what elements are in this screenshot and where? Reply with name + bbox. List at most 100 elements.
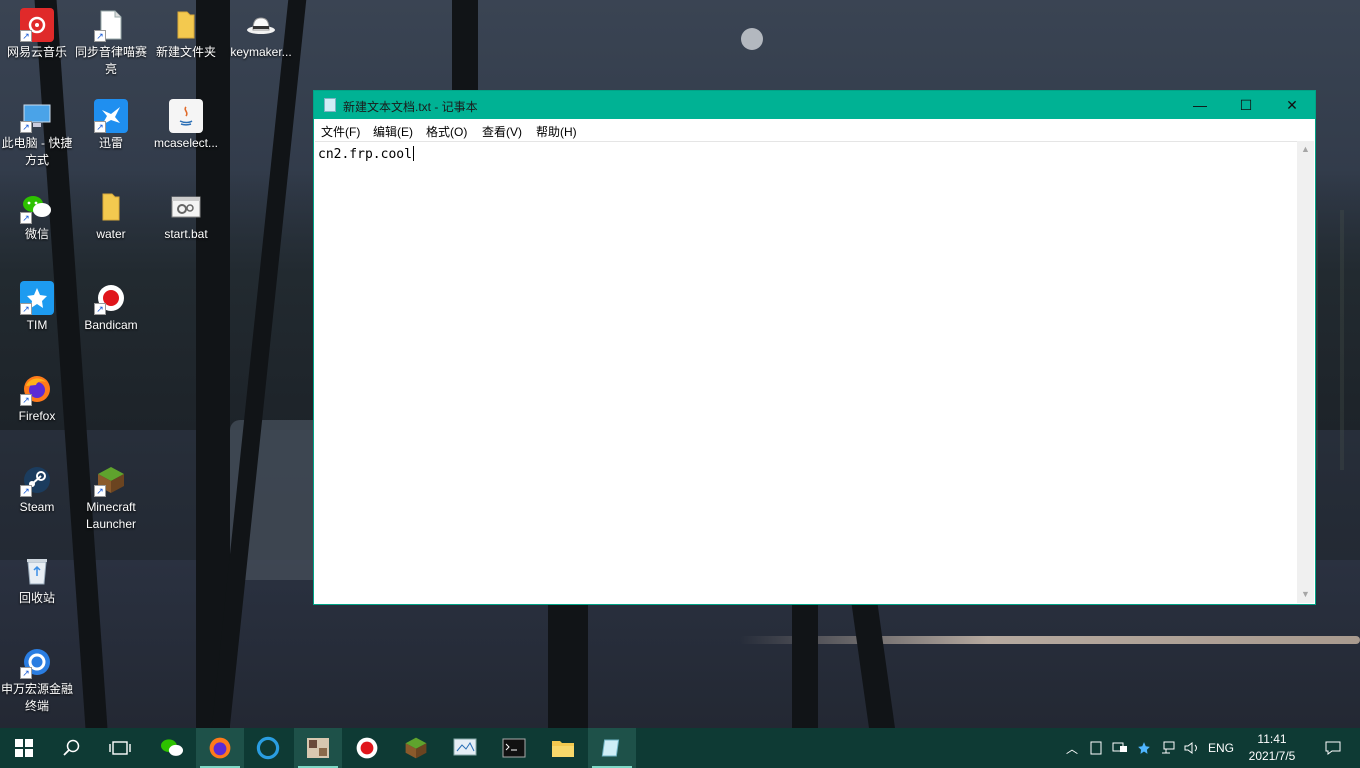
desktop-icon-label: start.bat <box>164 227 208 241</box>
desktop-icon-steam[interactable]: ↗ Steam <box>0 459 74 516</box>
system-clock[interactable]: 11:41 2021/7/5 <box>1240 731 1304 765</box>
tray-icon-network-drive[interactable] <box>1086 728 1106 768</box>
minecraft-icon <box>405 737 427 759</box>
desktop-icon-label: mcaselect... <box>153 136 219 150</box>
taskbar-app-terminal[interactable] <box>490 728 538 768</box>
menu-edit[interactable]: 编辑(E) <box>373 123 413 140</box>
desktop-icon-water[interactable]: water <box>74 186 148 243</box>
desktop-icon-label: 申万宏源金融终端 <box>0 682 73 713</box>
tray-overflow-button[interactable]: ︿ <box>1062 728 1082 768</box>
desktop-icon-wechat[interactable]: ↗ 微信 <box>0 186 74 243</box>
desktop-icon-firefox[interactable]: ↗ Firefox <box>0 368 74 425</box>
maximize-button[interactable]: ☐ <box>1223 91 1269 119</box>
taskbar-app-finance-terminal[interactable] <box>244 728 292 768</box>
record-icon: ↗ <box>94 281 128 315</box>
desktop-icon-label: 此电脑 - 快捷方式 <box>1 136 73 167</box>
desktop-icon-label: 新建文件夹 <box>155 45 216 59</box>
desktop-icon-label: 网易云音乐 <box>6 45 67 59</box>
desktop-icon-bandicam[interactable]: ↗ Bandicam <box>74 277 148 334</box>
desktop-icon-label: keymaker... <box>230 45 292 59</box>
close-button[interactable]: ✕ <box>1269 91 1315 119</box>
desktop-icon-recycle-bin[interactable]: 回收站 <box>0 550 74 607</box>
vertical-scrollbar[interactable]: ▲ ▼ <box>1297 141 1314 603</box>
menu-view[interactable]: 查看(V) <box>482 123 522 140</box>
search-button[interactable] <box>48 728 96 768</box>
task-view-button[interactable] <box>96 728 144 768</box>
tim-icon: ↗ <box>20 281 54 315</box>
desktop-icon-keymaker[interactable]: keymaker... <box>224 4 298 61</box>
notepad-icon <box>324 98 336 112</box>
taskbar-app-minecraft[interactable] <box>392 728 440 768</box>
recycle-bin-icon <box>20 554 54 588</box>
tim-icon <box>1138 742 1150 754</box>
desktop-icon-mcaselector[interactable]: mcaselect... <box>149 95 223 152</box>
taskbar-app-file-explorer[interactable] <box>539 728 587 768</box>
text-editor[interactable]: cn2.frp.cool <box>315 141 1297 603</box>
notepad-titlebar[interactable]: 新建文本文档.txt - 记事本 — ☐ ✕ <box>314 91 1315 119</box>
network-icon <box>1162 741 1175 754</box>
desktop-icon-label: Bandicam <box>84 318 138 332</box>
scroll-up-arrow-icon[interactable]: ▲ <box>1297 141 1314 158</box>
wechat-icon: ↗ <box>20 190 54 224</box>
desktop-icon-thunder[interactable]: ↗ 迅雷 <box>74 95 148 152</box>
menu-file[interactable]: 文件(F) <box>321 123 360 140</box>
minimize-icon: — <box>1193 97 1207 113</box>
desktop-icon-tim[interactable]: ↗ TIM <box>0 277 74 334</box>
steam-icon: ↗ <box>20 463 54 497</box>
folder-icon <box>169 8 203 42</box>
desktop-icon-sync-file[interactable]: ↗ 同步音律喵赛亮 <box>74 4 148 78</box>
text-caret <box>412 146 414 161</box>
desktop-icon-finance-terminal[interactable]: ↗ 申万宏源金融终端 <box>0 641 74 715</box>
close-icon: ✕ <box>1286 96 1298 113</box>
language-label: ENG <box>1207 741 1234 755</box>
hat-icon <box>244 8 278 42</box>
firefox-icon <box>209 737 231 759</box>
tray-icon-display[interactable] <box>1110 728 1130 768</box>
windows-logo-icon <box>15 739 33 757</box>
notification-icon <box>1325 741 1341 755</box>
input-language-indicator[interactable]: ENG <box>1204 728 1238 768</box>
action-center-button[interactable] <box>1318 728 1348 768</box>
control-panel-icon <box>453 738 477 756</box>
scroll-down-arrow-icon[interactable]: ▼ <box>1297 586 1314 603</box>
taskbar-app-notepad[interactable] <box>588 728 636 768</box>
chevron-up-icon: ︿ <box>1065 741 1078 756</box>
search-icon <box>63 739 80 756</box>
desktop-icon-label: TIM <box>26 318 48 332</box>
clock-time: 11:41 <box>1257 732 1287 746</box>
desktop-icon-label: Minecraft Launcher <box>85 500 137 531</box>
clock-date: 2021/7/5 <box>1248 749 1296 763</box>
thunder-icon: ↗ <box>94 99 128 133</box>
taskbar-app-bandicam[interactable] <box>343 728 391 768</box>
photos-icon <box>307 738 329 758</box>
notepad-window: 新建文本文档.txt - 记事本 — ☐ ✕ 文件(F) 编辑(E) 格式(O)… <box>313 90 1316 605</box>
tray-icon-network[interactable] <box>1158 728 1178 768</box>
terminal-icon <box>502 738 526 758</box>
computer-icon: ↗ <box>20 99 54 133</box>
start-button[interactable] <box>0 728 48 768</box>
wallpaper-figure-leg <box>792 600 818 728</box>
firefox-icon: ↗ <box>20 372 54 406</box>
desktop-icon-label: 微信 <box>24 227 49 241</box>
minimize-button[interactable]: — <box>1177 91 1223 119</box>
java-icon <box>169 99 203 133</box>
wechat-icon <box>161 739 183 756</box>
menu-format[interactable]: 格式(O) <box>426 123 467 140</box>
taskbar-app-control[interactable] <box>441 728 489 768</box>
desktop-icon-new-folder[interactable]: 新建文件夹 <box>149 4 223 61</box>
menu-help[interactable]: 帮助(H) <box>536 123 577 140</box>
desktop-icon-this-pc[interactable]: ↗ 此电脑 - 快捷方式 <box>0 95 74 169</box>
desktop-icon-label: water <box>96 227 126 241</box>
taskbar-app-wechat[interactable] <box>148 728 196 768</box>
display-icon <box>1112 742 1127 752</box>
desktop-icon-minecraft-launcher[interactable]: ↗ Minecraft Launcher <box>74 459 148 533</box>
desktop-icon-start-bat[interactable]: start.bat <box>149 186 223 243</box>
netease-music-icon: ↗ <box>20 8 54 42</box>
taskbar-app-photos[interactable] <box>294 728 342 768</box>
tray-icon-volume[interactable] <box>1182 728 1202 768</box>
finance-terminal-icon: ↗ <box>20 645 54 679</box>
taskbar-app-firefox[interactable] <box>196 728 244 768</box>
tray-icon-tim[interactable] <box>1134 728 1154 768</box>
desktop-icon-netease-music[interactable]: ↗ 网易云音乐 <box>0 4 74 61</box>
wallpaper-tree <box>548 600 588 728</box>
